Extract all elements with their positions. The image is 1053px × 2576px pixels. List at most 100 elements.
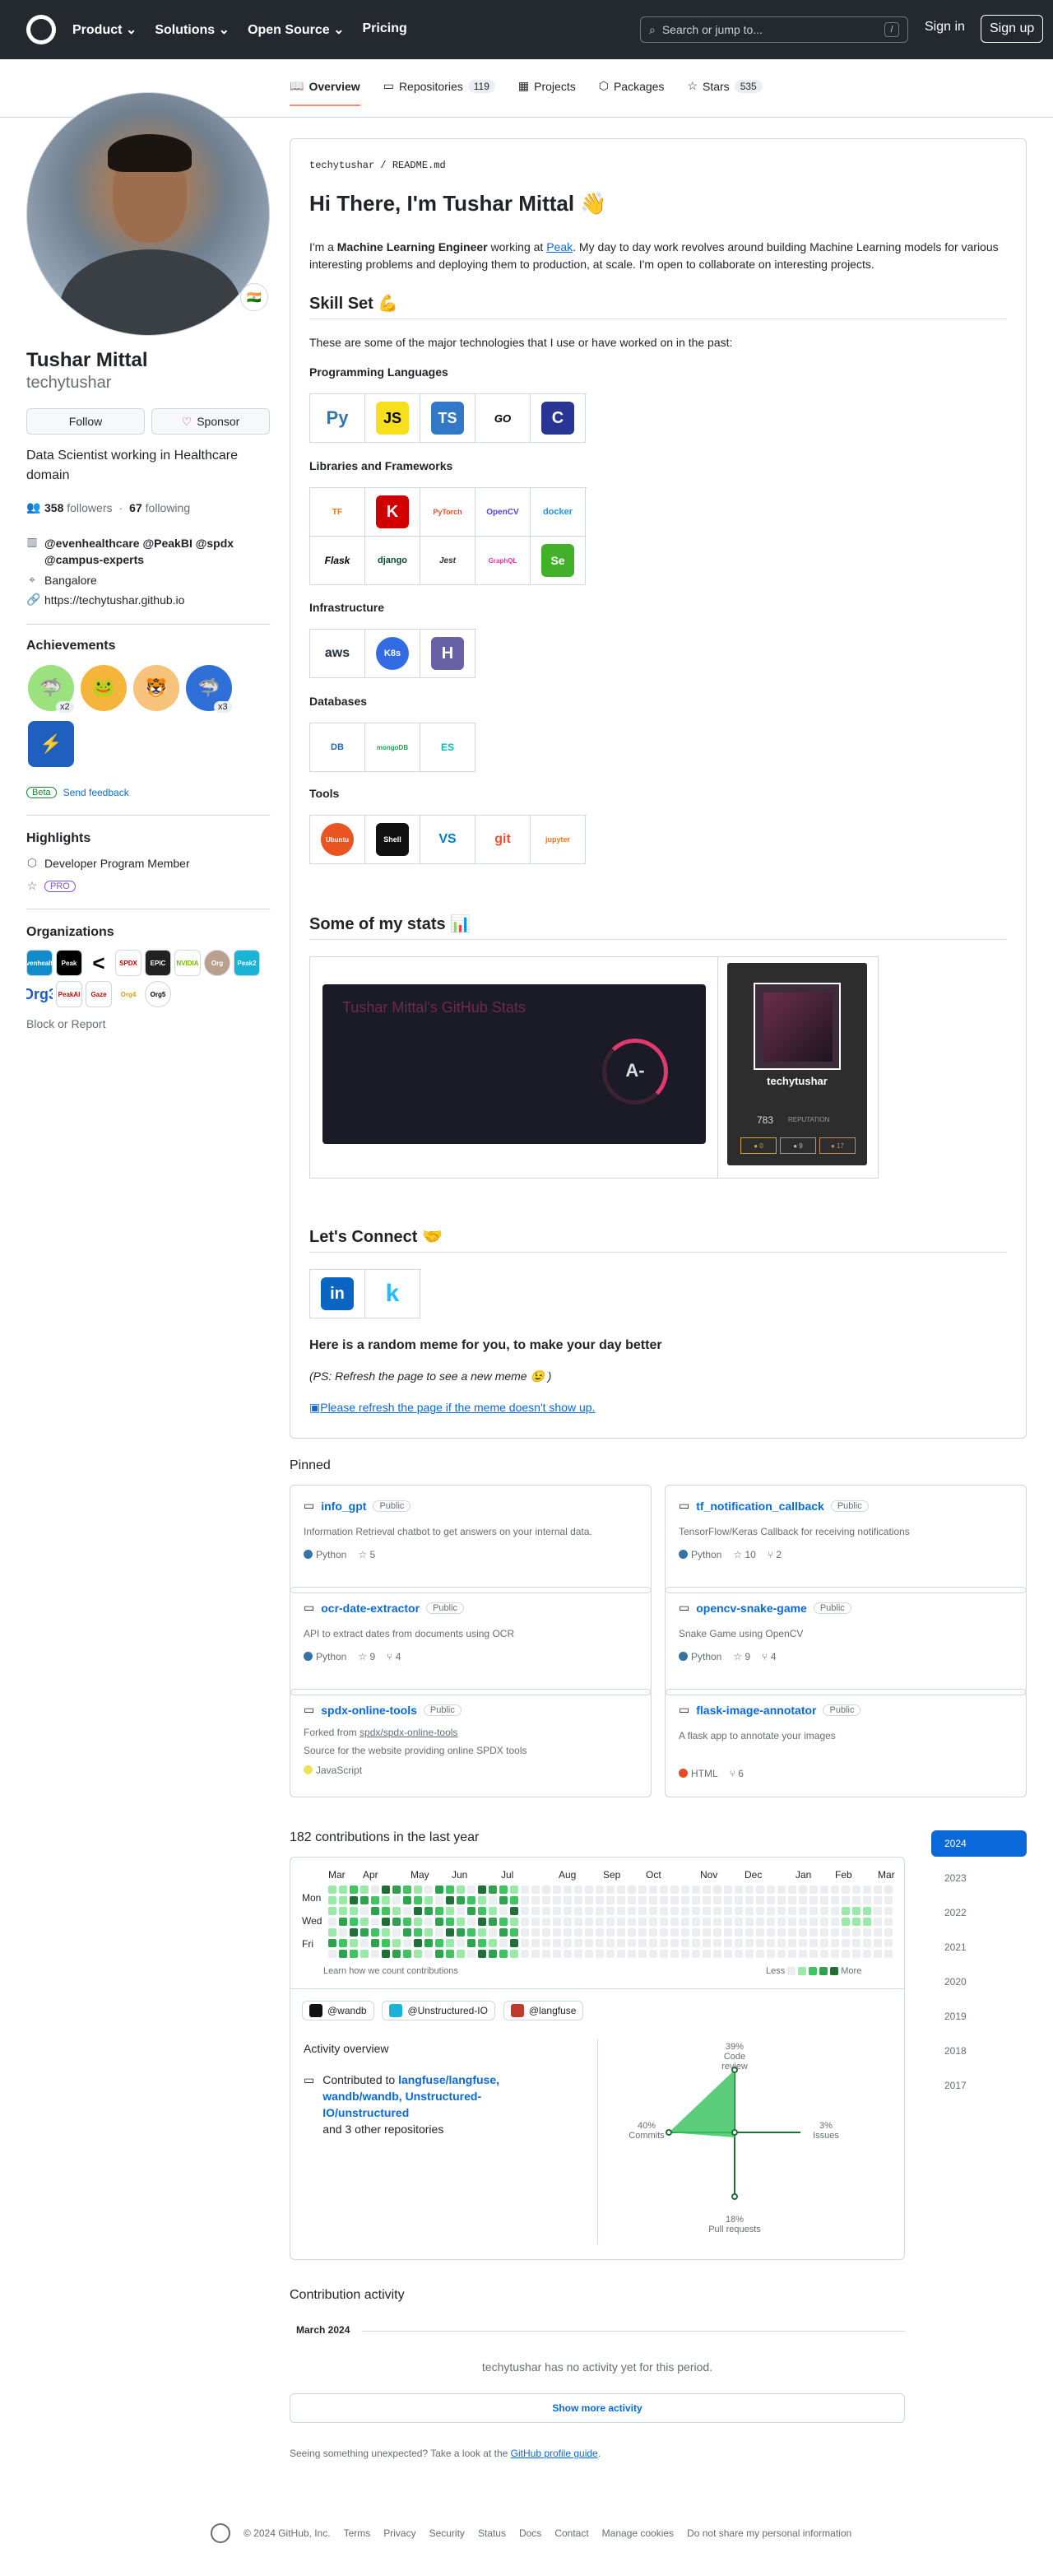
contribution-day[interactable] [596, 1939, 604, 1947]
contribution-day[interactable] [553, 1896, 561, 1904]
contribution-day[interactable] [756, 1918, 764, 1926]
contribution-day[interactable] [842, 1886, 850, 1894]
contribution-day[interactable] [585, 1939, 593, 1947]
contribution-day[interactable] [382, 1928, 390, 1937]
contribution-day[interactable] [735, 1918, 743, 1926]
org-filter-wandb[interactable]: @wandb [302, 2001, 374, 2020]
contribution-day[interactable] [564, 1918, 572, 1926]
contribution-day[interactable] [617, 1928, 625, 1937]
contribution-day[interactable] [574, 1886, 582, 1894]
following-link[interactable]: 67 following [129, 501, 190, 514]
contribution-day[interactable] [681, 1918, 689, 1926]
contribution-day[interactable] [328, 1950, 336, 1958]
contribution-day[interactable] [724, 1896, 732, 1904]
contribution-day[interactable] [820, 1950, 828, 1958]
contribution-day[interactable] [360, 1918, 369, 1926]
contribution-day[interactable] [799, 1918, 807, 1926]
contribution-day[interactable] [606, 1928, 615, 1937]
contribution-day[interactable] [735, 1928, 743, 1937]
contribution-day[interactable] [478, 1928, 486, 1937]
contribution-day[interactable] [446, 1907, 454, 1915]
contribution-day[interactable] [820, 1928, 828, 1937]
footer-cookies[interactable]: Manage cookies [602, 2527, 674, 2539]
contribution-day[interactable] [414, 1928, 422, 1937]
contribution-day[interactable] [521, 1950, 529, 1958]
contribution-day[interactable] [767, 1928, 775, 1937]
contribution-day[interactable] [756, 1939, 764, 1947]
contribution-day[interactable] [842, 1939, 850, 1947]
contribution-day[interactable] [574, 1918, 582, 1926]
contribution-day[interactable] [799, 1950, 807, 1958]
contribution-day[interactable] [403, 1918, 411, 1926]
contribution-day[interactable] [863, 1950, 871, 1958]
stars-link[interactable]: ☆ 10 [733, 1549, 755, 1560]
contribution-day[interactable] [424, 1896, 433, 1904]
contribution-day[interactable] [360, 1950, 369, 1958]
contribution-day[interactable] [724, 1928, 732, 1937]
contribution-day[interactable] [863, 1896, 871, 1904]
contribution-day[interactable] [660, 1886, 668, 1894]
contribution-day[interactable] [328, 1939, 336, 1947]
contribution-day[interactable] [531, 1950, 540, 1958]
contribution-day[interactable] [478, 1896, 486, 1904]
contribution-day[interactable] [564, 1950, 572, 1958]
contribution-day[interactable] [350, 1928, 358, 1937]
contribution-day[interactable] [777, 1950, 786, 1958]
tab-projects[interactable]: ▦ Projects [518, 79, 576, 106]
contribution-day[interactable] [670, 1950, 679, 1958]
contribution-day[interactable] [371, 1886, 379, 1894]
org-filter-unstructured[interactable]: @Unstructured-IO [382, 2001, 495, 2020]
contribution-day[interactable] [745, 1886, 754, 1894]
contribution-day[interactable] [606, 1918, 615, 1926]
contribution-day[interactable] [649, 1907, 657, 1915]
forks-link[interactable]: ⑂ 4 [762, 1651, 776, 1662]
contribution-day[interactable] [799, 1939, 807, 1947]
achievement-yolo-icon[interactable]: 🐯 [133, 665, 179, 711]
contribution-day[interactable] [735, 1896, 743, 1904]
contribution-day[interactable] [724, 1886, 732, 1894]
contribution-day[interactable] [606, 1939, 615, 1947]
contribution-day[interactable] [799, 1896, 807, 1904]
contribution-day[interactable] [681, 1928, 689, 1937]
contribution-day[interactable] [820, 1907, 828, 1915]
contribution-day[interactable] [713, 1928, 721, 1937]
contribution-day[interactable] [852, 1928, 860, 1937]
org-logo[interactable]: Peak2 [234, 950, 260, 976]
contribution-day[interactable] [809, 1918, 818, 1926]
contribution-day[interactable] [703, 1939, 711, 1947]
contribution-day[interactable] [703, 1950, 711, 1958]
contribution-day[interactable] [809, 1896, 818, 1904]
contribution-day[interactable] [403, 1896, 411, 1904]
repo-link[interactable]: opencv-snake-game [696, 1602, 807, 1615]
contribution-day[interactable] [499, 1907, 508, 1915]
contribution-day[interactable] [852, 1907, 860, 1915]
year-2021[interactable]: 2021 [931, 1934, 1027, 1960]
contribution-day[interactable] [660, 1918, 668, 1926]
contribution-day[interactable] [777, 1886, 786, 1894]
repo-link[interactable]: info_gpt [321, 1500, 366, 1513]
contribution-day[interactable] [574, 1928, 582, 1937]
contribution-day[interactable] [585, 1907, 593, 1915]
contribution-day[interactable] [339, 1896, 347, 1904]
contribution-day[interactable] [382, 1950, 390, 1958]
contribution-day[interactable] [649, 1928, 657, 1937]
contribution-day[interactable] [457, 1918, 465, 1926]
contribution-day[interactable] [874, 1896, 882, 1904]
contribution-day[interactable] [735, 1886, 743, 1894]
year-2024[interactable]: 2024 [931, 1830, 1027, 1857]
contribution-day[interactable] [842, 1907, 850, 1915]
learn-contributions-link[interactable]: Learn how we count contributions [323, 1966, 458, 1976]
contribution-day[interactable] [478, 1907, 486, 1915]
contribution-day[interactable] [628, 1907, 636, 1915]
year-2019[interactable]: 2019 [931, 2003, 1027, 2030]
forks-link[interactable]: ⑂ 6 [730, 1768, 744, 1779]
contribution-day[interactable] [628, 1896, 636, 1904]
contribution-day[interactable] [852, 1896, 860, 1904]
contribution-day[interactable] [510, 1918, 518, 1926]
contribution-day[interactable] [863, 1886, 871, 1894]
footer-privacy[interactable]: Privacy [383, 2527, 415, 2539]
footer-terms[interactable]: Terms [344, 2527, 371, 2539]
contribution-day[interactable] [649, 1918, 657, 1926]
contribution-day[interactable] [457, 1939, 465, 1947]
contribution-day[interactable] [382, 1896, 390, 1904]
